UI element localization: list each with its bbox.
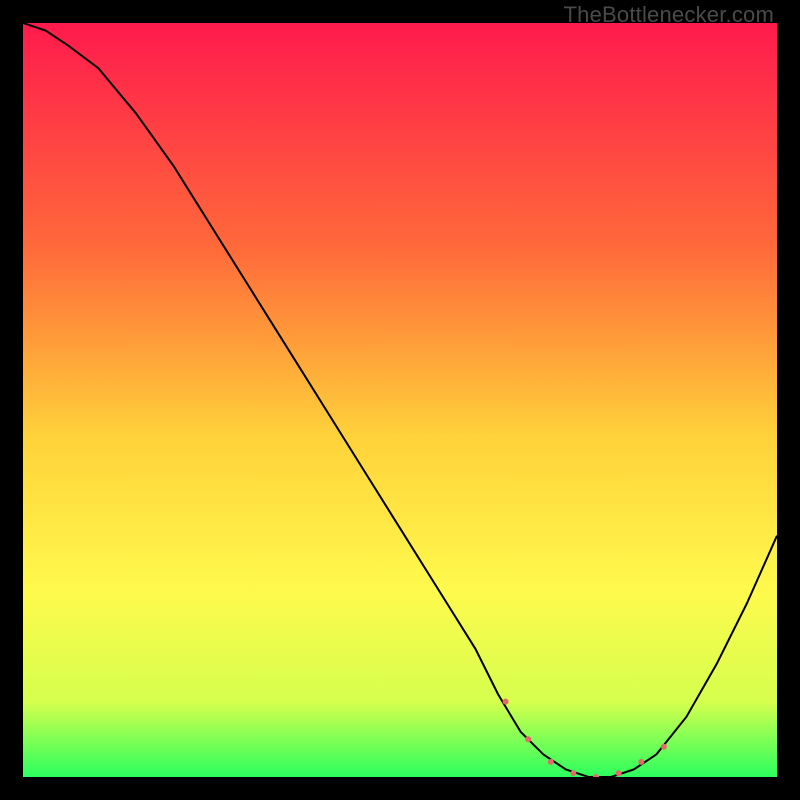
optimal-marker — [638, 759, 644, 765]
gradient-background — [23, 23, 777, 777]
chart-svg — [23, 23, 777, 777]
optimal-marker — [570, 770, 576, 776]
watermark-text: TheBottlenecker.com — [564, 2, 774, 28]
optimal-marker — [548, 759, 554, 765]
optimal-marker — [503, 699, 509, 705]
optimal-marker — [661, 744, 667, 750]
optimal-marker — [616, 770, 622, 776]
chart-frame — [23, 23, 777, 777]
optimal-marker — [525, 736, 531, 742]
